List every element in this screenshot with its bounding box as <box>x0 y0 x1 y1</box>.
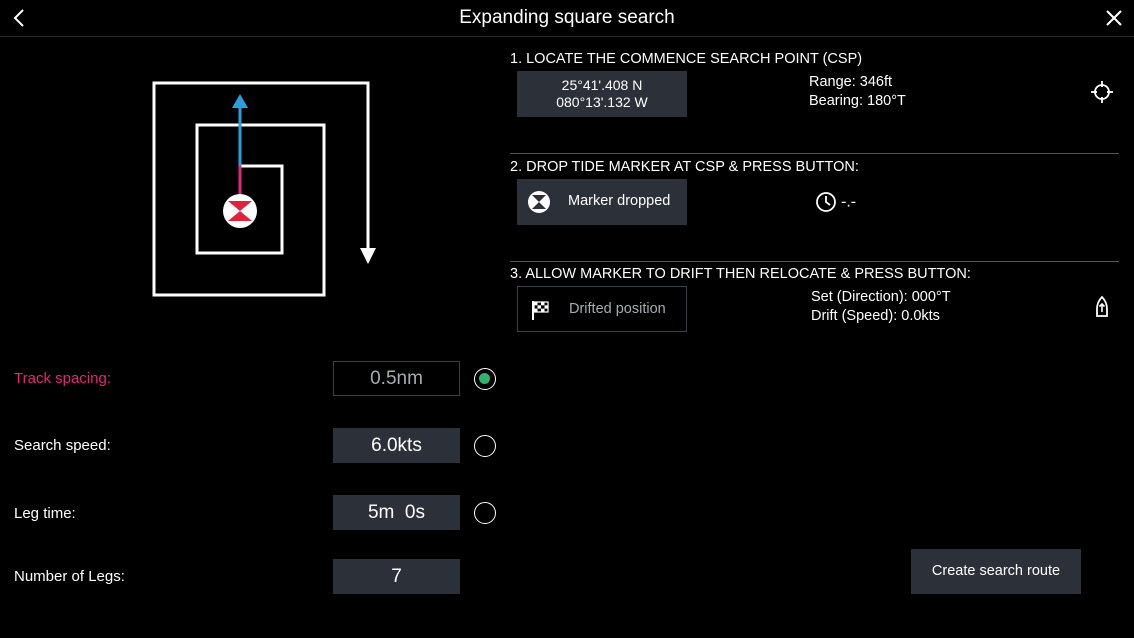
crosshair-target-icon <box>1091 81 1113 103</box>
section-divider <box>510 261 1119 262</box>
search-speed-field[interactable]: 6.0kts <box>333 428 460 463</box>
pattern-end-arrow <box>360 248 376 264</box>
marker-dropped-label: Marker dropped <box>568 193 671 209</box>
csp-latitude: 25°41'.408 N <box>561 77 643 93</box>
page-title: Expanding square search <box>459 7 675 28</box>
search-speed-radio[interactable] <box>474 435 496 457</box>
leg-time-field[interactable]: 5m 0s <box>333 495 460 530</box>
drift-timer: -.- <box>815 191 856 213</box>
radio-selected-dot <box>479 373 490 384</box>
track-spacing-field[interactable]: 0.5nm <box>333 361 460 396</box>
clock-icon <box>816 192 836 212</box>
search-pattern-path <box>152 81 370 297</box>
step3-title: 3. ALLOW MARKER TO DRIFT THEN RELOCATE &… <box>510 266 971 282</box>
expanding-square-diagram <box>152 81 376 297</box>
vessel-icon <box>1096 295 1108 317</box>
search-speed-label: Search speed: <box>14 437 111 454</box>
number-of-legs-label: Number of Legs: <box>14 568 125 585</box>
step1-title: 1. LOCATE THE COMMENCE SEARCH POINT (CSP… <box>510 51 863 67</box>
marker-dropped-button[interactable]: Marker dropped <box>517 179 687 225</box>
close-button[interactable] <box>1102 6 1126 30</box>
leg-time-label: Leg time: <box>14 505 76 522</box>
drifted-position-label: Drifted position <box>569 301 666 317</box>
drift-speed: Drift (Speed): 0.0kts <box>811 308 940 324</box>
drifted-position-button[interactable]: Drifted position <box>517 286 687 332</box>
track-spacing-radio[interactable] <box>474 368 496 390</box>
drift-info: Set (Direction): 000°T Drift (Speed): 0.… <box>811 288 951 326</box>
track-spacing-label: Track spacing: <box>14 370 111 387</box>
leg-time-radio[interactable] <box>474 502 496 524</box>
create-search-route-button[interactable]: Create search route <box>911 549 1081 594</box>
csp-range: Range: 346ft <box>809 74 893 90</box>
checkered-flag-icon <box>532 301 549 320</box>
drift-timer-value: -.- <box>841 193 857 211</box>
number-of-legs-field[interactable]: 7 <box>333 559 460 594</box>
track-arrow <box>232 94 248 108</box>
close-icon <box>1106 10 1122 26</box>
csp-bearing: Bearing: 180°T <box>809 93 906 109</box>
section-divider <box>510 153 1119 154</box>
vessel-position-button[interactable] <box>1090 295 1114 319</box>
csp-position-box[interactable]: 25°41'.408 N 080°13'.132 W <box>517 71 687 117</box>
csp-longitude: 080°13'.132 W <box>556 94 648 110</box>
set-direction: Set (Direction): 000°T <box>811 289 951 305</box>
step2-title: 2. DROP TIDE MARKER AT CSP & PRESS BUTTO… <box>510 159 859 175</box>
title-bar: Expanding square search <box>0 0 1134 37</box>
tide-marker-icon <box>528 191 550 213</box>
locate-csp-button[interactable] <box>1090 80 1114 104</box>
csp-range-bearing: Range: 346ft Bearing: 180°T <box>809 73 906 111</box>
csp-marker-icon <box>223 194 257 228</box>
